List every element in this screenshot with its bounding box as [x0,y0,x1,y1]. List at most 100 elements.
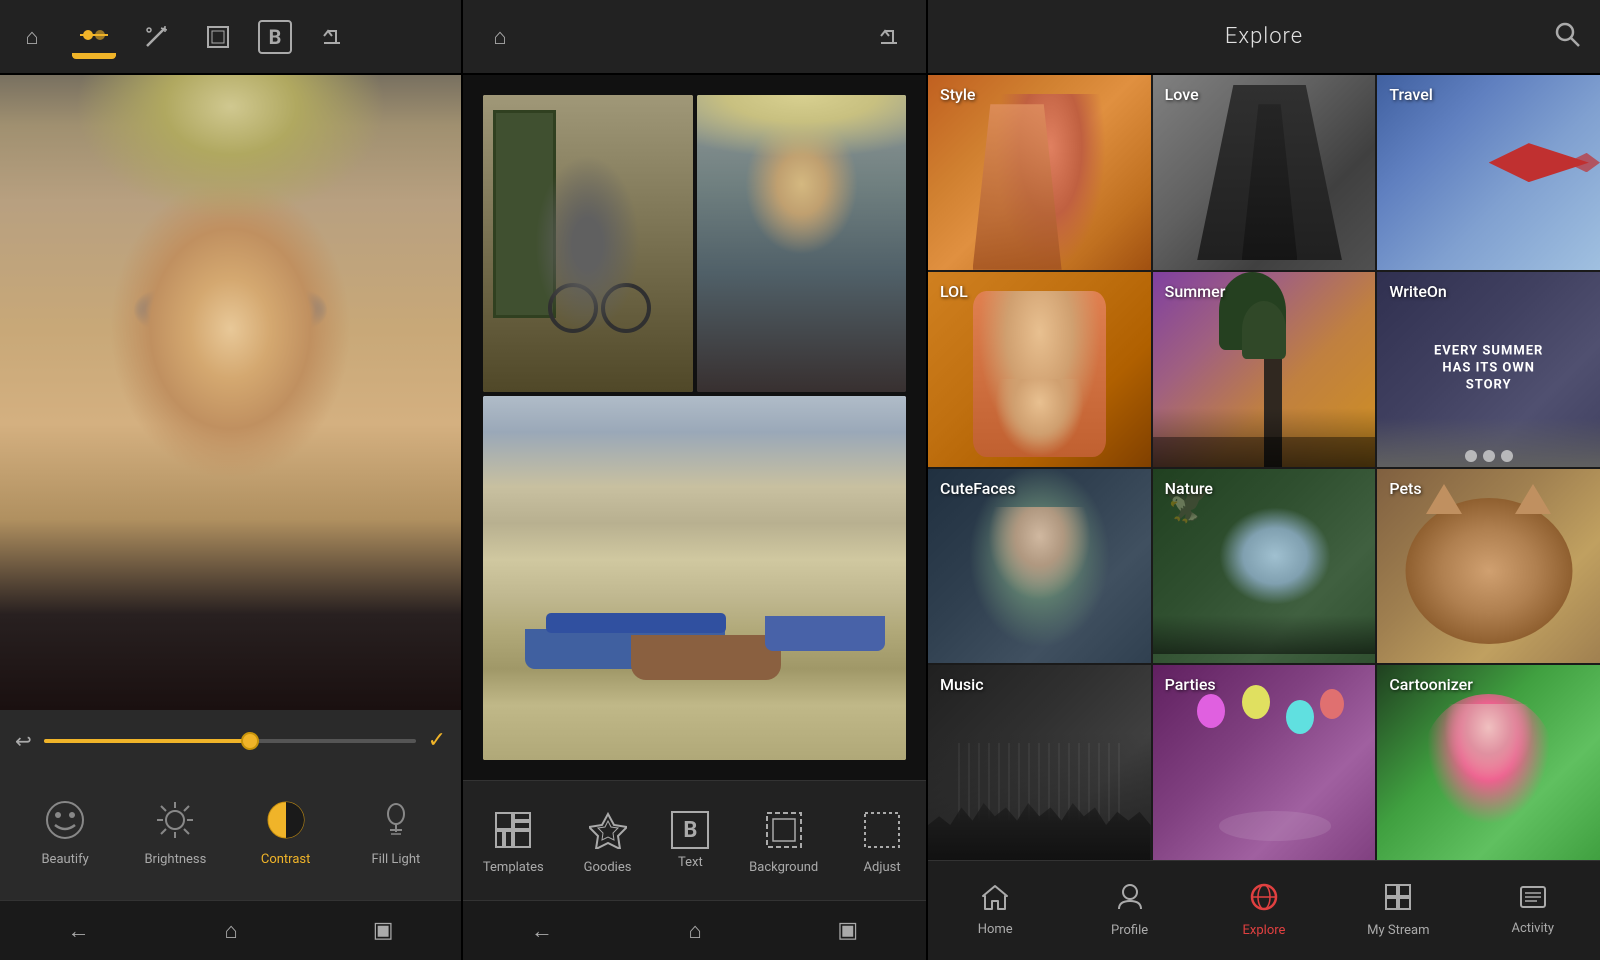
tool-goodies[interactable]: Goodies [584,806,632,875]
explore-cell-music[interactable]: Music [928,665,1151,860]
collage-photo-area [463,75,926,780]
beautify-label: Beautify [41,852,88,867]
profile-nav-label: Profile [1111,923,1148,938]
adjust-icon [858,806,906,854]
panel-explore: Explore Style Love [928,0,1600,960]
explore-cell-writeon[interactable]: WriteOn EVERY SUMMER HAS ITS OWN STORY [1377,272,1600,467]
share-icon[interactable] [310,15,354,59]
back-button[interactable]: ← [47,908,109,954]
brightness-label: Brightness [144,852,206,867]
explore-header: Explore [928,0,1600,75]
tool-brightness[interactable]: Brightness [140,794,210,867]
background-label: Background [749,860,818,875]
tools-row: Beautify Brig [0,761,461,900]
collage-home-icon[interactable]: ⌂ [478,15,522,59]
adjust-icon[interactable] [72,15,116,59]
tool-templates[interactable]: Templates [483,806,544,875]
writeon-subtext: EVERY SUMMER HAS ITS OWN STORY [1433,344,1544,395]
explore-nav: Home Profile Explore [928,860,1600,960]
explore-cell-nature[interactable]: 🦅 Nature [1153,469,1376,664]
explore-cell-travel[interactable]: Travel [1377,75,1600,270]
explore-cell-cutefaces[interactable]: CuteFaces [928,469,1151,664]
contrast-label: Contrast [261,852,311,867]
panel-collage: ⌂ [463,0,928,960]
cartoonizer-label: Cartoonizer [1389,675,1473,694]
tool-filllight[interactable]: Fill Light [361,794,431,867]
confirm-button[interactable]: ✓ [428,728,446,753]
mystream-nav-icon [1384,883,1412,918]
explore-cell-style[interactable]: Style [928,75,1151,270]
cutefaces-label: CuteFaces [940,479,1016,498]
tool-beautify[interactable]: Beautify [30,794,100,867]
controls-area: ↩ ✓ Beautify [0,710,461,900]
nav-profile[interactable]: Profile [1080,883,1180,938]
collage-grid [483,95,906,760]
panel-editor: ⌂ B [0,0,463,960]
explore-nav-label: Explore [1243,923,1286,938]
slider-row: ↩ ✓ [0,720,461,761]
profile-nav-icon [1117,883,1143,918]
nav-mystream[interactable]: My Stream [1348,883,1448,938]
filllight-icon [370,794,422,846]
nature-label: Nature [1165,479,1213,498]
text-icon: B [671,811,709,849]
explore-cell-parties[interactable]: Parties [1153,665,1376,860]
undo-button[interactable]: ↩ [15,729,32,753]
beautify-icon [39,794,91,846]
contrast-icon [260,794,312,846]
explore-title: Explore [1225,24,1303,49]
activity-nav-icon [1519,885,1547,916]
goodies-label: Goodies [584,860,632,875]
collage-nav-bar: ← ⌂ ▣ [463,900,926,960]
love-label: Love [1165,85,1199,104]
explore-cell-pets[interactable]: Pets [1377,469,1600,664]
collage-cell-bike[interactable] [483,95,693,392]
collage-back-button[interactable]: ← [511,908,573,954]
nav-explore[interactable]: Explore [1214,883,1314,938]
text-label: Text [678,855,703,870]
mystream-nav-label: My Stream [1367,923,1429,938]
tool-background[interactable]: Background [749,806,818,875]
magic-icon[interactable] [134,15,178,59]
adjust-label: Adjust [864,860,901,875]
explore-cell-love[interactable]: Love [1153,75,1376,270]
contrast-slider[interactable] [44,739,416,743]
collage-home-button[interactable]: ⌂ [668,908,721,954]
home-nav-label: Home [978,922,1013,937]
editor-nav-bar: ← ⌂ ▣ [0,900,461,960]
search-icon[interactable] [1554,21,1580,53]
collage-cell-boats[interactable] [483,396,906,760]
nav-home[interactable]: Home [945,884,1045,937]
frame-icon[interactable] [196,15,240,59]
collage-cell-girl[interactable] [697,95,907,392]
pets-label: Pets [1389,479,1421,498]
nav-activity[interactable]: Activity [1483,885,1583,936]
collage-recent-button[interactable]: ▣ [817,908,878,953]
bold-icon[interactable]: B [258,20,292,54]
collage-toolbar: ⌂ [463,0,926,75]
collage-bottom-row [483,396,906,760]
home-button[interactable]: ⌂ [204,908,257,954]
brightness-icon [149,794,201,846]
tool-contrast[interactable]: Contrast [251,794,321,867]
home-nav-icon [981,884,1009,917]
lol-label: LOL [940,282,968,301]
collage-share-icon[interactable] [867,15,911,59]
explore-cell-cartoonizer[interactable]: Cartoonizer [1377,665,1600,860]
templates-icon [489,806,537,854]
background-icon [760,806,808,854]
collage-bottom-tools: Templates Goodies B Text Background [463,780,926,900]
tool-text[interactable]: B Text [671,811,709,870]
home-icon[interactable]: ⌂ [10,15,54,59]
filllight-label: Fill Light [371,852,420,867]
style-label: Style [940,85,976,104]
collage-top-row [483,95,906,392]
tool-adjust[interactable]: Adjust [858,806,906,875]
explore-nav-icon [1250,883,1278,918]
explore-cell-lol[interactable]: LOL [928,272,1151,467]
summer-label: Summer [1165,282,1226,301]
templates-label: Templates [483,860,544,875]
parties-label: Parties [1165,675,1216,694]
recent-button[interactable]: ▣ [353,908,414,953]
explore-cell-summer[interactable]: Summer [1153,272,1376,467]
